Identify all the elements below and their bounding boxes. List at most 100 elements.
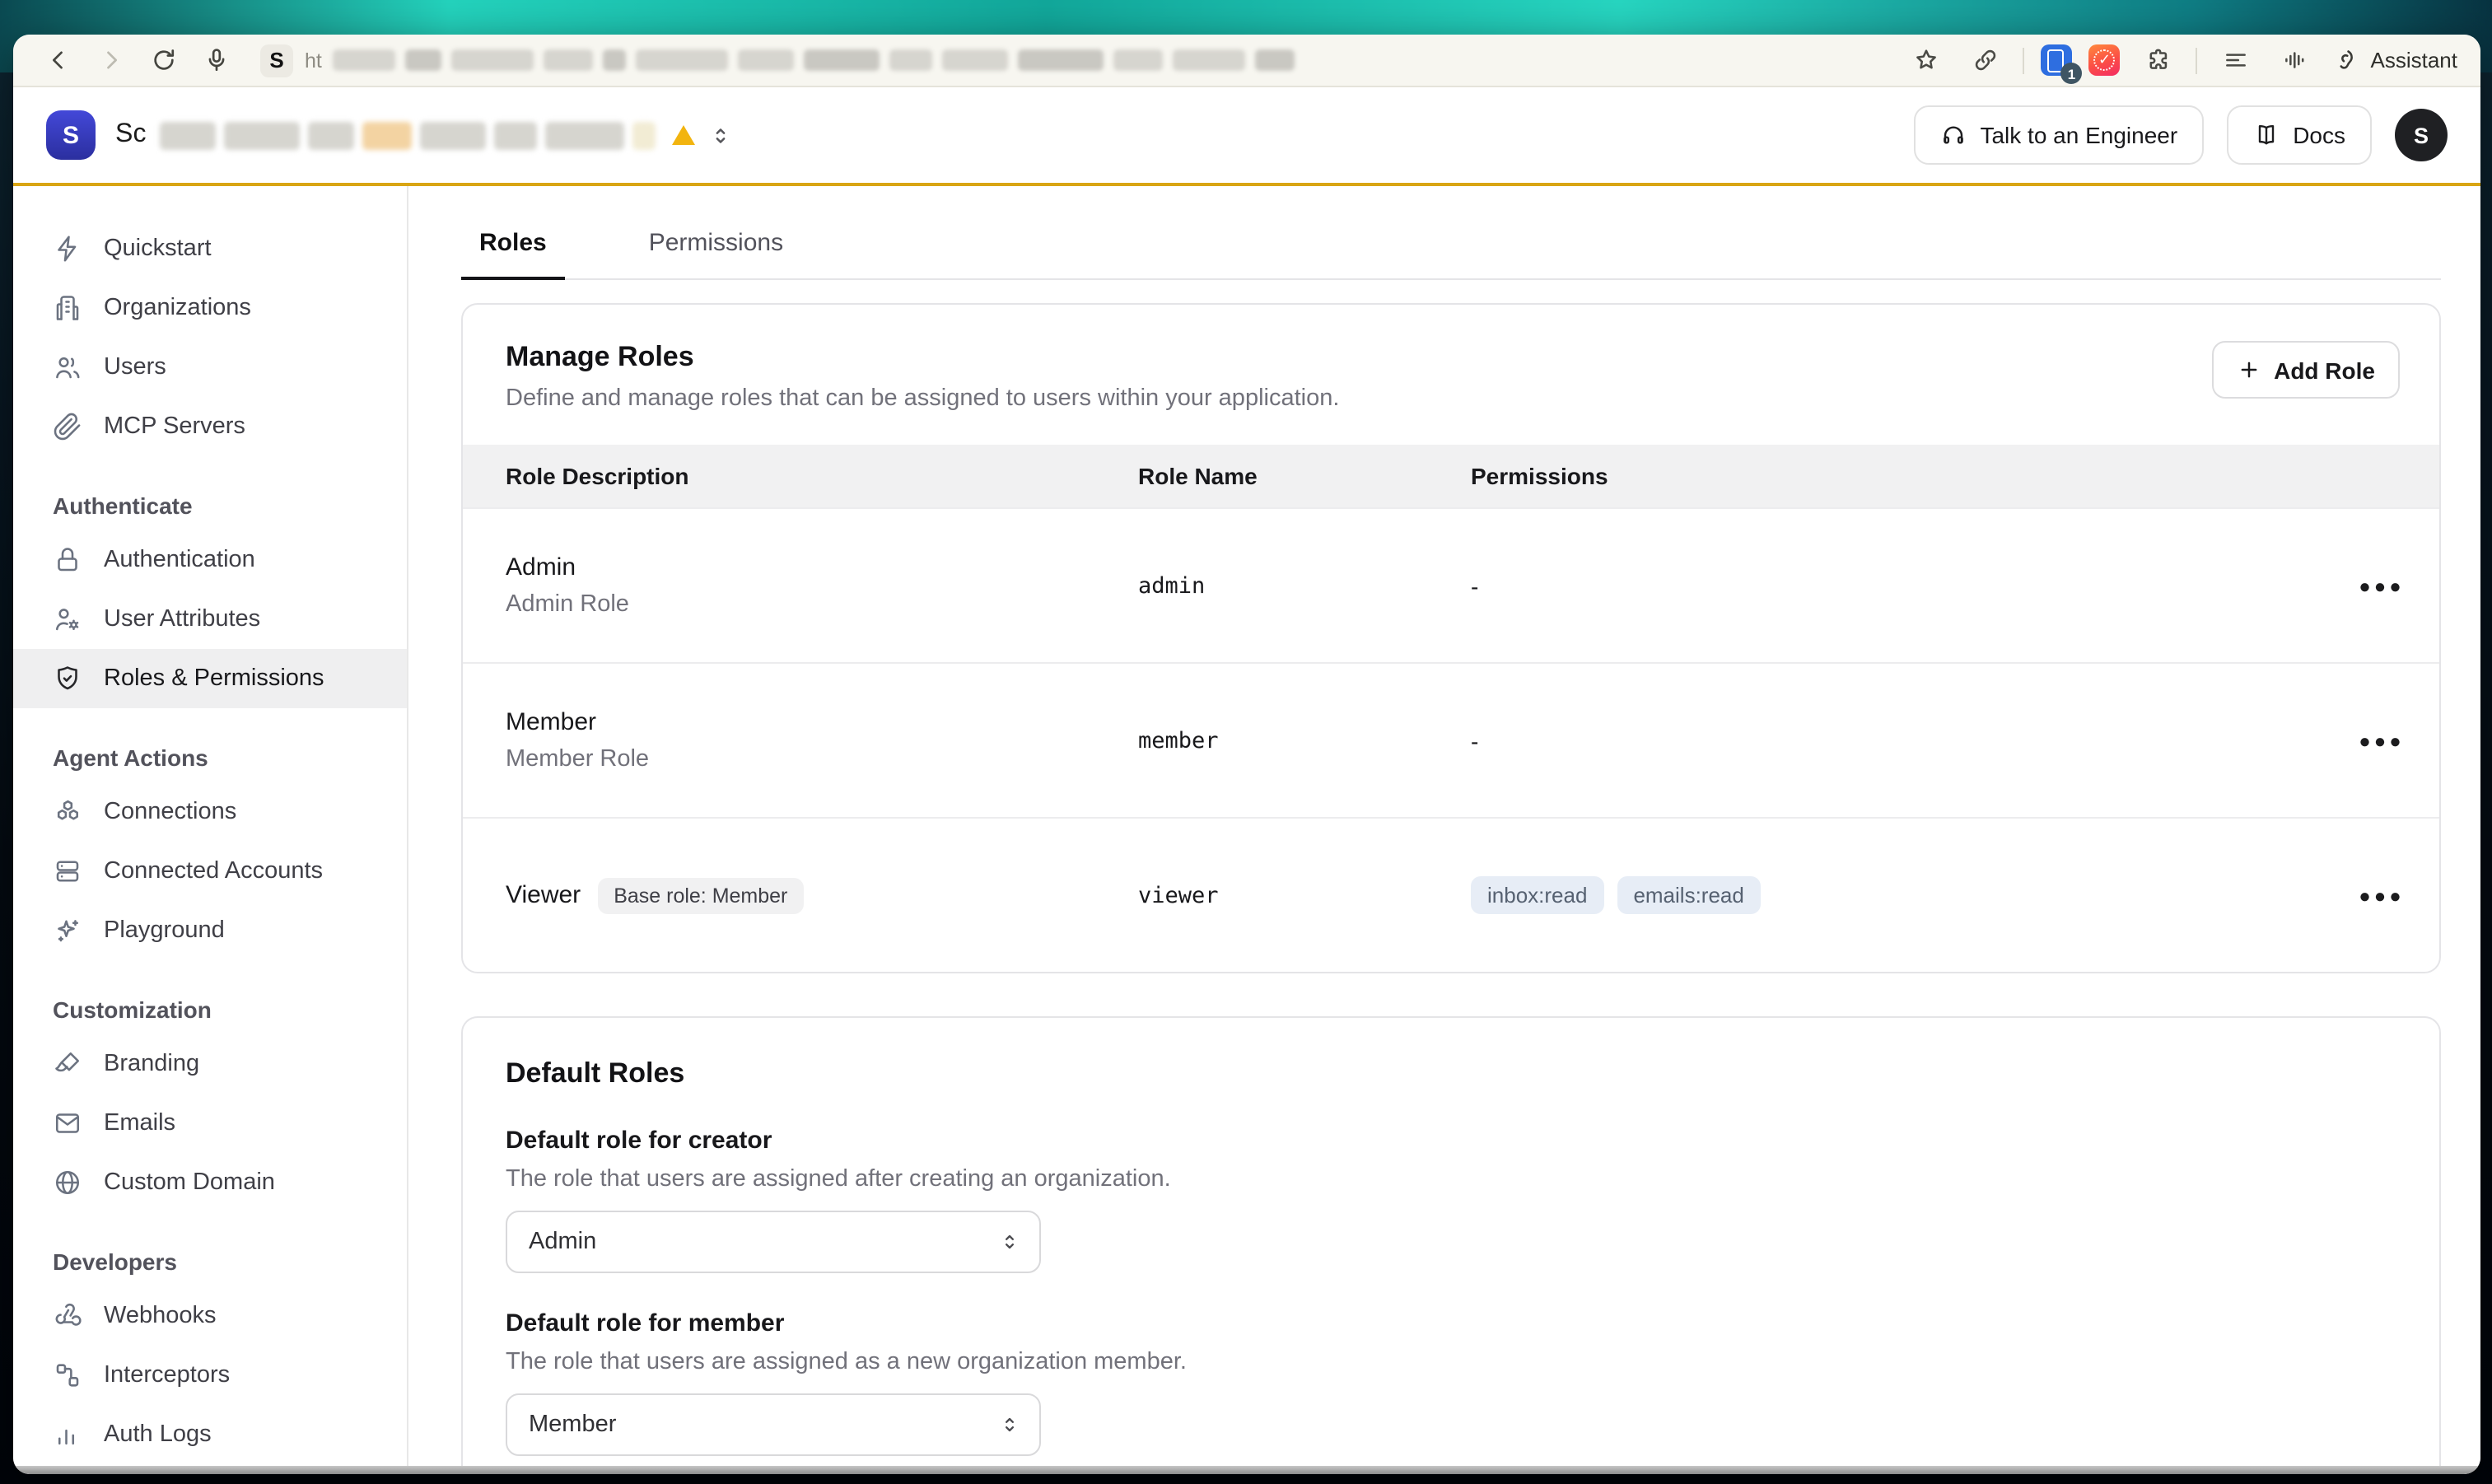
forward-icon [96,46,124,74]
sidebar-item-connected-accounts[interactable]: Connected Accounts [13,842,407,901]
users-icon [53,352,82,382]
building-icon [53,293,82,323]
reload-icon [149,46,177,74]
column-role-description: Role Description [463,463,1138,489]
add-role-button[interactable]: Add Role [2211,341,2400,399]
redacted-block [1256,49,1295,71]
assistant-button[interactable]: Assistant [2333,46,2458,74]
check-shape: ✓ [2089,44,2121,76]
forward-button[interactable] [89,40,132,80]
member-role-label: Default role for member [506,1309,2396,1337]
sidebar-section-authenticate: Authenticate [13,456,407,530]
org-name-redacted [160,121,656,149]
url-redacted-text [334,49,1295,71]
sidebar-item-label: User Attributes [104,606,260,632]
redacted-block [224,121,300,149]
sidebar-item-interceptors[interactable]: Interceptors [13,1346,407,1405]
sidebar-item-roles-permissions[interactable]: Roles & Permissions [13,649,407,708]
menu-lines-button[interactable] [2214,40,2257,80]
rows-icon [53,856,82,886]
shield-check-icon [53,664,82,693]
redacted-block [604,49,627,71]
sidebar-item-custom-domain[interactable]: Custom Domain [13,1153,407,1212]
row-actions-menu-button[interactable]: ●●● [2349,877,2415,913]
role-name-code: admin [1138,572,1471,599]
role-title: Member [506,708,596,736]
sidebar-item-mcp-servers[interactable]: MCP Servers [13,397,407,456]
sidebar-item-connections[interactable]: Connections [13,782,407,842]
sidebar-item-auth-logs[interactable]: Auth Logs [13,1405,407,1464]
address-bar[interactable]: S ht [260,44,1882,77]
redacted-block [1114,49,1164,71]
role-name-code: viewer [1138,882,1471,908]
mic-button[interactable] [194,40,237,80]
brush-icon [53,1049,82,1079]
reload-button[interactable] [142,40,184,80]
redacted-block [544,49,594,71]
toolbar-separator [2023,47,2025,73]
webhook-icon [53,1301,82,1331]
sidebar-section-customization: Customization [13,960,407,1034]
back-button[interactable] [36,40,79,80]
sidebar-item-label: Connections [104,799,236,825]
ear-icon [2333,46,2361,74]
warning-triangle-icon [672,125,695,145]
waveform-button[interactable] [2274,40,2317,80]
sidebar-item-label: Branding [104,1051,199,1077]
sidebar-item-label: Interceptors [104,1362,230,1388]
roles-table-header: Role Description Role Name Permissions [463,445,2439,507]
tab-roles[interactable]: Roles [461,229,565,278]
column-role-name: Role Name [1138,463,1471,489]
star-icon [1912,46,1940,74]
role-row-admin: AdminAdmin Roleadmin-●●● [463,507,2439,662]
docs-label: Docs [2293,122,2345,148]
sidebar-section-developers: Developers [13,1212,407,1286]
sidebar-item-users[interactable]: Users [13,338,407,397]
headphones-icon [1940,122,1967,148]
sidebar-item-playground[interactable]: Playground [13,901,407,960]
link-button[interactable] [1964,40,2007,80]
row-actions-menu-button[interactable]: ●●● [2349,567,2415,604]
chevrons-up-down-icon [708,123,733,147]
bar-chart-icon [53,1420,82,1449]
creator-role-select[interactable]: Admin [506,1211,1041,1273]
sidebar-item-quickstart[interactable]: Quickstart [13,219,407,278]
redacted-block [637,49,729,71]
sidebar-item-webhooks[interactable]: Webhooks [13,1286,407,1346]
desktop-background: S ht 1✓Assistant S Sc Talk to an Engine [0,0,2492,1484]
password-extension-icon[interactable]: 1 [2042,44,2073,76]
sidebar-item-organizations[interactable]: Organizations [13,278,407,338]
sidebar-item-label: Connected Accounts [104,858,323,884]
puzzle-button[interactable] [2137,40,2180,80]
row-actions-menu-button[interactable]: ●●● [2349,722,2415,758]
org-switcher[interactable]: Sc [115,120,733,150]
permission-badge: inbox:read [1471,876,1603,914]
sidebar-item-label: MCP Servers [104,413,245,440]
sidebar-section-agent-actions: Agent Actions [13,708,407,782]
browser-window: S ht 1✓Assistant S Sc Talk to an Engine [13,35,2480,1474]
sidebar-item-label: Auth Logs [104,1421,212,1448]
user-avatar[interactable]: S [2395,109,2448,161]
link-icon [1972,46,2000,74]
paperclip-icon [53,412,82,441]
browser-toolbar-right: 1 ✓ Assistant [1905,40,2458,80]
creator-role-label: Default role for creator [506,1127,2396,1155]
sidebar-item-authentication[interactable]: Authentication [13,530,407,590]
sidebar-item-branding[interactable]: Branding [13,1034,407,1094]
clock-extension-icon[interactable]: ✓ [2089,44,2121,76]
redacted-block [1019,49,1104,71]
base-role-badge: Base role: Member [597,877,804,913]
app-header: S Sc Talk to an Engineer Docs S [13,87,2480,186]
browser-nav-buttons [36,40,237,80]
sidebar-item-user-attributes[interactable]: User Attributes [13,590,407,649]
redacted-block [494,121,537,149]
sidebar-item-emails[interactable]: Emails [13,1094,407,1153]
tab-permissions[interactable]: Permissions [631,229,801,278]
star-button[interactable] [1905,40,1948,80]
docs-button[interactable]: Docs [2227,105,2372,165]
back-icon [44,46,72,74]
member-role-select[interactable]: Member [506,1393,1041,1456]
role-row-viewer: ViewerBase role: Memberviewerinbox:reade… [463,817,2439,972]
redacted-block [160,121,216,149]
talk-to-engineer-button[interactable]: Talk to an Engineer [1914,105,2204,165]
